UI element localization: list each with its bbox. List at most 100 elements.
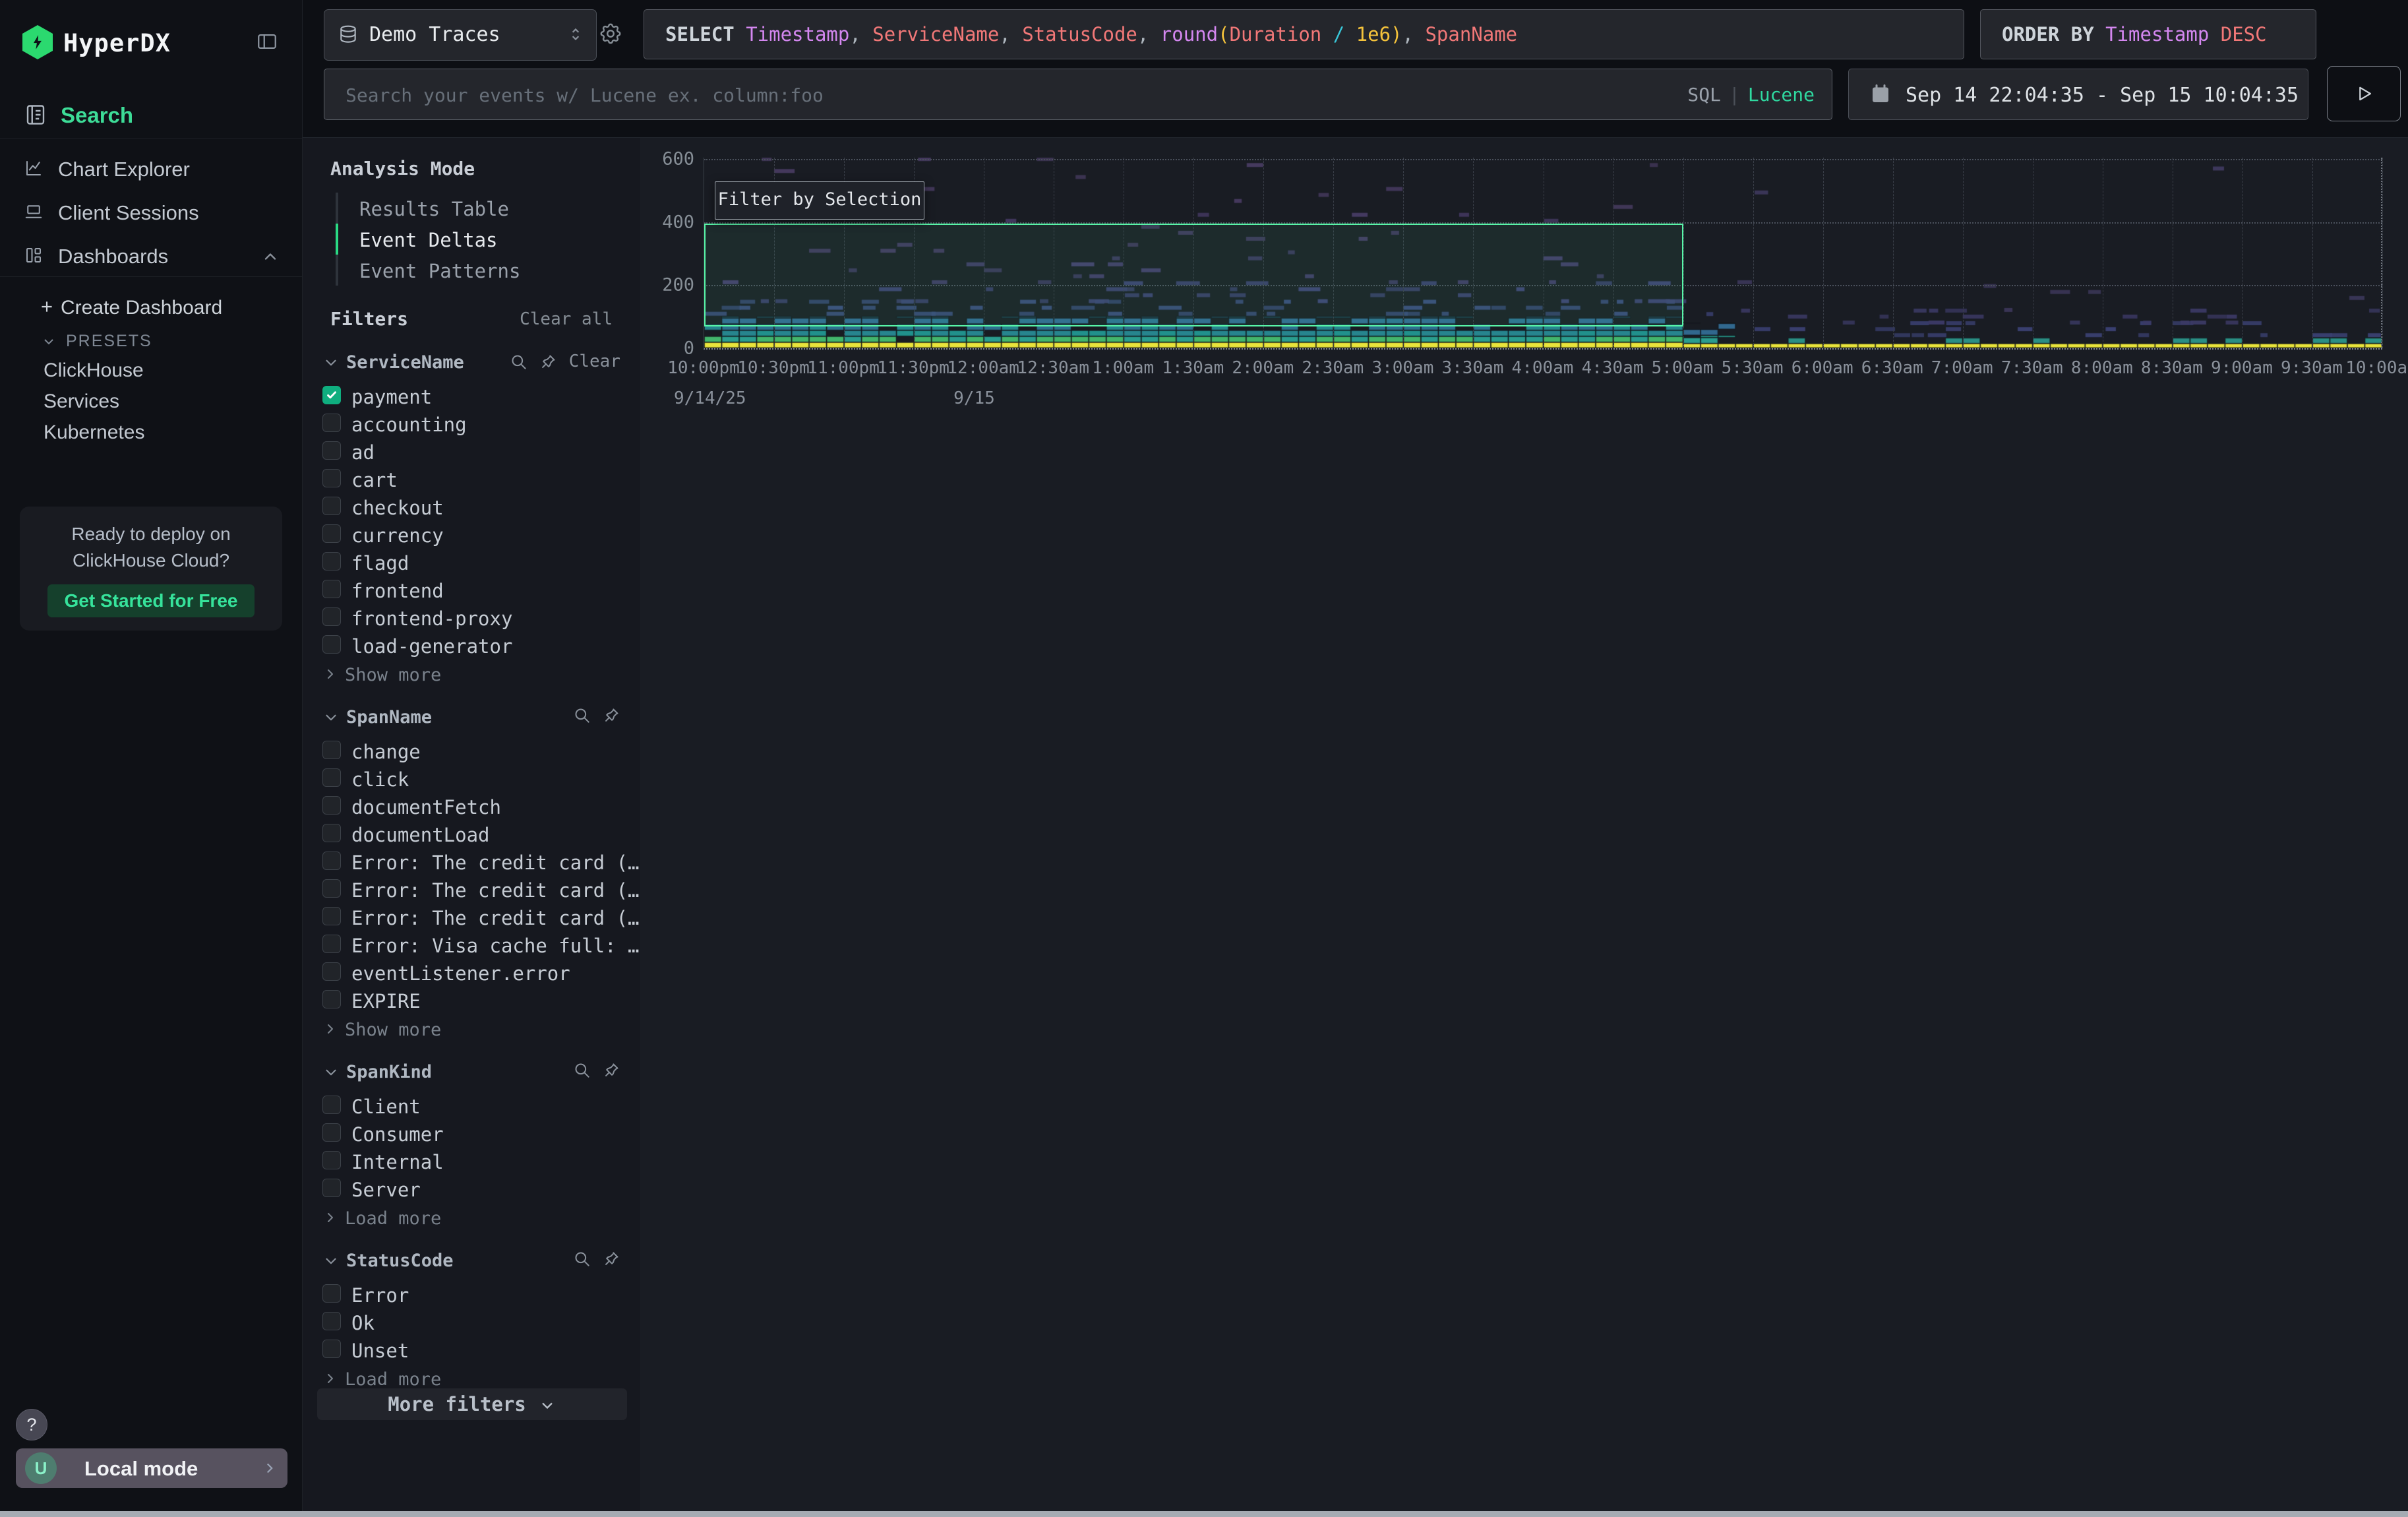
- checkbox[interactable]: [322, 824, 341, 842]
- presets-toggle[interactable]: PRESETS: [0, 328, 302, 356]
- filter-checkbox-cart[interactable]: cart: [322, 466, 640, 494]
- checkbox[interactable]: [322, 1123, 341, 1142]
- date-range-picker[interactable]: Sep 14 22:04:35 - Sep 15 10:04:35: [1848, 69, 2308, 120]
- filter-checkbox-click[interactable]: click: [322, 766, 640, 793]
- search-input[interactable]: [344, 69, 1666, 121]
- filter-group-load-more-button[interactable]: Load more: [322, 1366, 640, 1391]
- checkbox[interactable]: [322, 580, 341, 598]
- filter-checkbox-documentfetch[interactable]: documentFetch: [322, 793, 640, 821]
- search-icon[interactable]: [510, 353, 527, 371]
- checkbox[interactable]: [322, 441, 341, 460]
- get-started-button[interactable]: Get Started for Free: [47, 584, 255, 617]
- filter-checkbox-error[interactable]: Error: [322, 1282, 640, 1309]
- checkbox[interactable]: [322, 1312, 341, 1330]
- checkbox[interactable]: [322, 414, 341, 432]
- source-select[interactable]: Demo Traces: [324, 9, 597, 61]
- sidebar-item-client-sessions[interactable]: Client Sessions: [0, 192, 302, 233]
- filter-group-header[interactable]: ServiceNameClear: [322, 349, 620, 375]
- filter-group-header[interactable]: SpanKind: [322, 1059, 620, 1085]
- checkbox[interactable]: [322, 524, 341, 543]
- checkbox[interactable]: [322, 796, 341, 815]
- analysis-mode-option-results-table[interactable]: Results Table: [336, 193, 640, 224]
- checkbox[interactable]: [322, 607, 341, 626]
- filter-checkbox-ad[interactable]: ad: [322, 439, 640, 466]
- checkbox[interactable]: [322, 635, 341, 654]
- search-icon[interactable]: [573, 1250, 591, 1268]
- filter-checkbox-expire[interactable]: EXPIRE: [322, 987, 640, 1015]
- pin-icon[interactable]: [603, 1061, 620, 1079]
- sidebar-item-dashboards[interactable]: Dashboards: [0, 235, 302, 276]
- checkbox[interactable]: [322, 469, 341, 487]
- help-button[interactable]: ?: [16, 1409, 47, 1440]
- filter-group-header[interactable]: StatusCode: [322, 1247, 620, 1274]
- filter-checkbox-load-generator[interactable]: load-generator: [322, 633, 640, 660]
- checkbox[interactable]: [322, 851, 341, 870]
- filter-checkbox-internal[interactable]: Internal: [322, 1148, 640, 1176]
- search-icon[interactable]: [573, 706, 591, 724]
- filter-checkbox-flagd[interactable]: flagd: [322, 549, 640, 577]
- checkbox[interactable]: [322, 879, 341, 898]
- search-mode-lucene[interactable]: Lucene: [1748, 84, 1815, 106]
- filter-group-header[interactable]: SpanName: [322, 704, 620, 730]
- filter-group-clear-button[interactable]: Clear: [569, 352, 620, 371]
- filter-checkbox-change[interactable]: change: [322, 738, 640, 766]
- filter-checkbox-error-the-credit-card-[interactable]: Error: The credit card (…: [322, 849, 640, 877]
- checkbox[interactable]: [322, 1151, 341, 1169]
- filter-checkbox-payment[interactable]: payment: [322, 383, 640, 411]
- clear-all-button[interactable]: Clear all: [520, 309, 613, 329]
- create-dashboard-button[interactable]: Create Dashboard: [0, 292, 302, 325]
- order-by-input[interactable]: ORDER BY Timestamp DESC: [1980, 9, 2316, 59]
- filter-checkbox-checkout[interactable]: checkout: [322, 494, 640, 522]
- filter-checkbox-frontend-proxy[interactable]: frontend-proxy: [322, 605, 640, 633]
- sidebar-item-search[interactable]: Search: [0, 98, 302, 136]
- filter-by-selection-button[interactable]: Filter by Selection: [715, 181, 924, 220]
- search-mode-sql[interactable]: SQL: [1687, 84, 1721, 106]
- filter-checkbox-frontend[interactable]: frontend: [322, 577, 640, 605]
- filter-checkbox-client[interactable]: Client: [322, 1093, 640, 1121]
- search-icon[interactable]: [573, 1061, 591, 1079]
- chart-selection[interactable]: [704, 224, 1683, 326]
- checkbox[interactable]: [322, 1096, 341, 1114]
- filter-checkbox-server[interactable]: Server: [322, 1176, 640, 1204]
- sidebar-preset-kubernetes[interactable]: Kubernetes: [44, 421, 274, 452]
- sidebar-preset-clickhouse[interactable]: ClickHouse: [44, 359, 274, 390]
- horizontal-scrollbar[interactable]: [0, 1511, 2408, 1517]
- filter-checkbox-consumer[interactable]: Consumer: [322, 1121, 640, 1148]
- checkbox[interactable]: [322, 386, 341, 404]
- analysis-mode-option-event-deltas[interactable]: Event Deltas: [336, 224, 640, 255]
- filter-checkbox-error-the-credit-card-[interactable]: Error: The credit card (…: [322, 877, 640, 904]
- sidebar-preset-services[interactable]: Services: [44, 390, 274, 421]
- filter-checkbox-eventlistener-error[interactable]: eventListener.error: [322, 960, 640, 987]
- filter-group-load-more-button[interactable]: Load more: [322, 1205, 640, 1230]
- pin-icon[interactable]: [603, 706, 620, 724]
- checkbox[interactable]: [322, 962, 341, 981]
- checkbox[interactable]: [322, 1179, 341, 1197]
- checkbox[interactable]: [322, 497, 341, 515]
- filter-group-show-more-button[interactable]: Show more: [322, 1016, 640, 1041]
- checkbox[interactable]: [322, 741, 341, 759]
- user-menu[interactable]: U Local mode: [16, 1448, 287, 1488]
- sidebar-item-chart-explorer[interactable]: Chart Explorer: [0, 148, 302, 189]
- checkbox[interactable]: [322, 552, 341, 571]
- pin-icon[interactable]: [539, 353, 557, 371]
- filter-checkbox-documentload[interactable]: documentLoad: [322, 821, 640, 849]
- sidebar-collapse-icon[interactable]: [256, 30, 278, 53]
- filter-group-show-more-button[interactable]: Show more: [322, 662, 640, 687]
- checkbox[interactable]: [322, 935, 341, 953]
- filter-checkbox-currency[interactable]: currency: [322, 522, 640, 549]
- run-query-button[interactable]: [2327, 66, 2401, 121]
- heatmap-plot[interactable]: Filter by Selection: [704, 158, 2382, 350]
- checkbox[interactable]: [322, 907, 341, 925]
- more-filters-button[interactable]: More filters: [317, 1388, 627, 1420]
- pin-icon[interactable]: [603, 1250, 620, 1268]
- filter-checkbox-ok[interactable]: Ok: [322, 1309, 640, 1337]
- filter-checkbox-accounting[interactable]: accounting: [322, 411, 640, 439]
- checkbox[interactable]: [322, 1340, 341, 1358]
- checkbox[interactable]: [322, 768, 341, 787]
- sql-select-input[interactable]: SELECT Timestamp, ServiceName, StatusCod…: [644, 9, 1964, 59]
- gear-icon[interactable]: [598, 21, 623, 46]
- filter-checkbox-error-the-credit-card-[interactable]: Error: The credit card (…: [322, 904, 640, 932]
- analysis-mode-option-event-patterns[interactable]: Event Patterns: [336, 255, 640, 286]
- checkbox[interactable]: [322, 990, 341, 1008]
- filter-checkbox-unset[interactable]: Unset: [322, 1337, 640, 1365]
